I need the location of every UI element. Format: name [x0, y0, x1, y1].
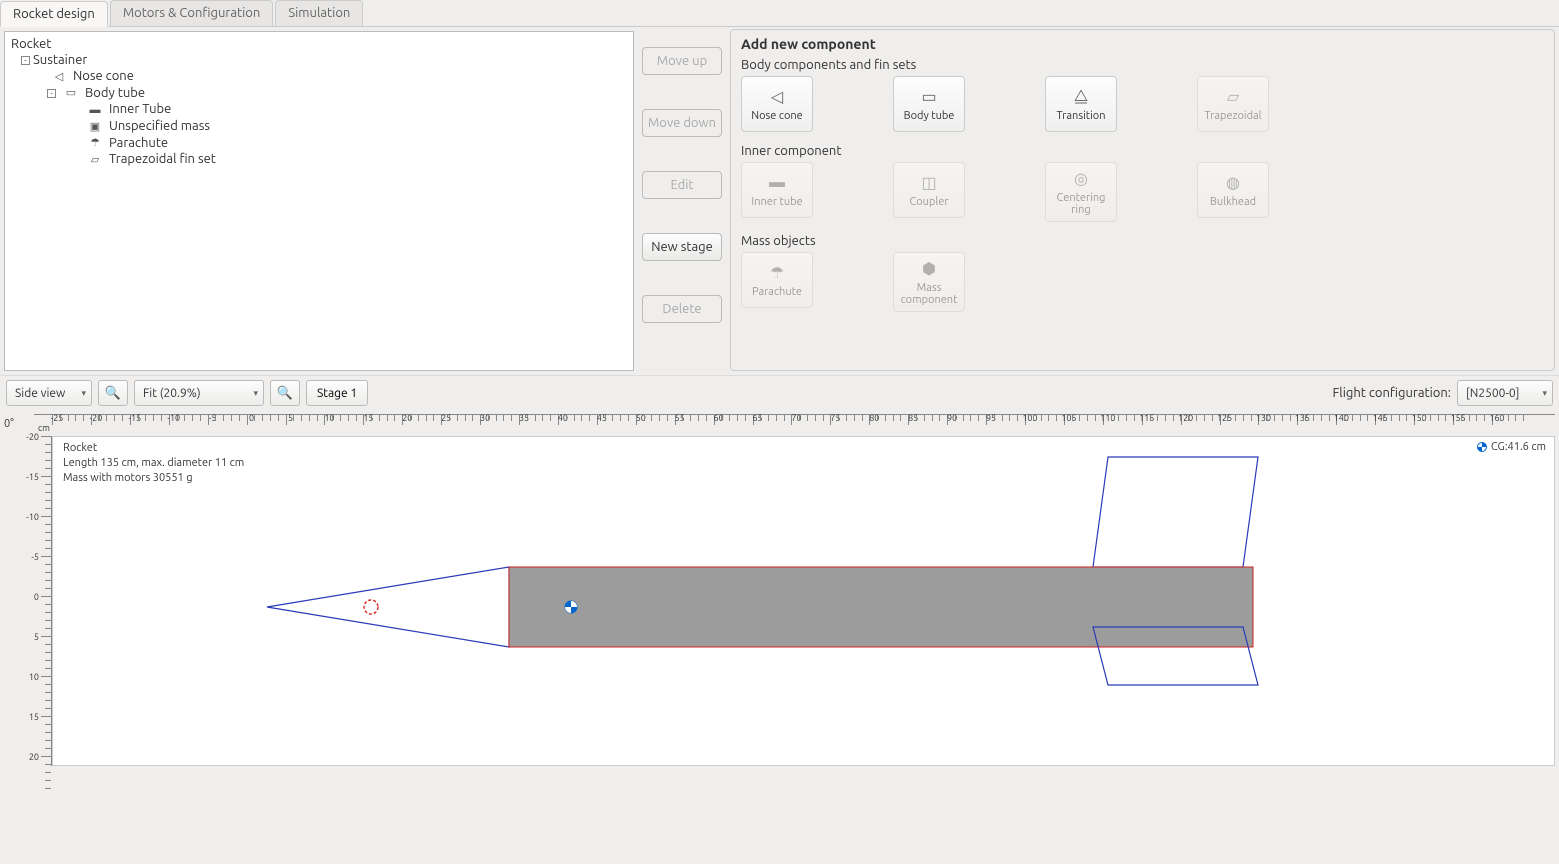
tree-body-tube[interactable]: -▭Body tube	[11, 85, 627, 102]
nose-cone-icon: ◁	[771, 87, 783, 106]
move-down-button[interactable]: Move down	[642, 109, 722, 137]
parachute-icon: ☂	[770, 263, 784, 282]
flight-config-label: Flight configuration:	[1332, 386, 1451, 400]
ruler-horizontal: cm -25-20-15-10-505101520253035404550556…	[34, 414, 1555, 436]
add-mass-component: ⬢Mass component	[893, 252, 965, 312]
add-trapezoidal: ▱Trapezoidal	[1197, 76, 1269, 132]
zoom-select[interactable]: Fit (20.9%)	[134, 380, 264, 406]
delete-button[interactable]: Delete	[642, 295, 722, 323]
mass-icon: ⬢	[922, 259, 936, 278]
centering-ring-icon: ◎	[1074, 169, 1088, 188]
component-palette: Add new component Body components and fi…	[730, 29, 1555, 371]
cg-icon	[1477, 442, 1487, 452]
add-bulkhead: ◍Bulkhead	[1197, 162, 1269, 218]
tabs: Rocket design Motors & Configuration Sim…	[0, 0, 1559, 27]
body-tube-icon: ▭	[921, 87, 936, 106]
tab-motors-config[interactable]: Motors & Configuration	[110, 0, 274, 26]
add-inner-tube: ▬Inner tube	[741, 162, 813, 218]
tree-nose-cone[interactable]: ◁Nose cone	[11, 68, 627, 85]
fin-icon: ▱	[83, 152, 107, 168]
collapse-icon[interactable]: -	[47, 89, 56, 98]
collapse-icon[interactable]: -	[21, 56, 30, 65]
rocket-drawing	[53, 437, 1453, 766]
trapezoidal-icon: ▱	[1227, 87, 1239, 106]
component-tree[interactable]: Rocket -Sustainer ◁Nose cone -▭Body tube…	[4, 31, 634, 371]
add-coupler: ◫Coupler	[893, 162, 965, 218]
stage-button[interactable]: Stage 1	[306, 380, 368, 406]
palette-title: Add new component	[741, 36, 1544, 52]
view-toolbar: Side view 🔍 Fit (20.9%) 🔍 Stage 1 Flight…	[0, 375, 1559, 410]
tree-unspecified-mass[interactable]: ▣Unspecified mass	[11, 118, 627, 135]
add-parachute: ☂Parachute	[741, 252, 813, 308]
bulkhead-icon: ◍	[1226, 173, 1240, 192]
tree-root[interactable]: Rocket	[11, 36, 627, 52]
cg-indicator: CG:41.6 cm	[1477, 441, 1546, 453]
new-stage-button[interactable]: New stage	[642, 233, 722, 261]
magnifier-icon: 🔍	[105, 386, 121, 401]
add-nose-cone[interactable]: ◁Nose cone	[741, 76, 813, 132]
rocket-canvas[interactable]: Rocket Length 135 cm, max. diameter 11 c…	[52, 436, 1555, 766]
inner-tube-icon: ▬	[769, 173, 785, 192]
palette-section-inner: Inner component	[741, 144, 1544, 158]
body-tube-icon: ▭	[59, 85, 83, 101]
flight-config-select[interactable]: [N2500-0]	[1457, 380, 1553, 406]
parachute-icon: ☂	[83, 135, 107, 151]
ruler-unit: cm	[38, 423, 50, 433]
ruler-vertical: -20-15-10-505101520	[24, 436, 52, 766]
zoom-tool-2-button[interactable]: 🔍	[270, 380, 300, 406]
nose-cone-icon: ◁	[47, 69, 71, 85]
tab-rocket-design[interactable]: Rocket design	[0, 1, 108, 27]
transition-icon: ⧋	[1074, 87, 1088, 106]
add-transition[interactable]: ⧋Transition	[1045, 76, 1117, 132]
tab-simulation[interactable]: Simulation	[275, 0, 363, 26]
add-centering-ring: ◎Centering ring	[1045, 162, 1117, 222]
tree-parachute[interactable]: ☂Parachute	[11, 135, 627, 152]
rotation-angle: 0°	[4, 418, 14, 430]
palette-section-body: Body components and fin sets	[741, 58, 1544, 72]
tree-trap-fin[interactable]: ▱Trapezoidal fin set	[11, 151, 627, 168]
move-up-button[interactable]: Move up	[642, 47, 722, 75]
view-mode-select[interactable]: Side view	[6, 380, 92, 406]
coupler-icon: ◫	[921, 173, 936, 192]
palette-section-mass: Mass objects	[741, 234, 1544, 248]
tree-sustainer[interactable]: -Sustainer	[11, 52, 627, 68]
magnifier-icon: 🔍	[277, 386, 293, 401]
zoom-tool-button[interactable]: 🔍	[98, 380, 128, 406]
tree-inner-tube[interactable]: ▬Inner Tube	[11, 101, 627, 118]
add-body-tube[interactable]: ▭Body tube	[893, 76, 965, 132]
edit-button[interactable]: Edit	[642, 171, 722, 199]
inner-tube-icon: ▬	[83, 102, 107, 118]
mass-icon: ▣	[83, 119, 107, 135]
